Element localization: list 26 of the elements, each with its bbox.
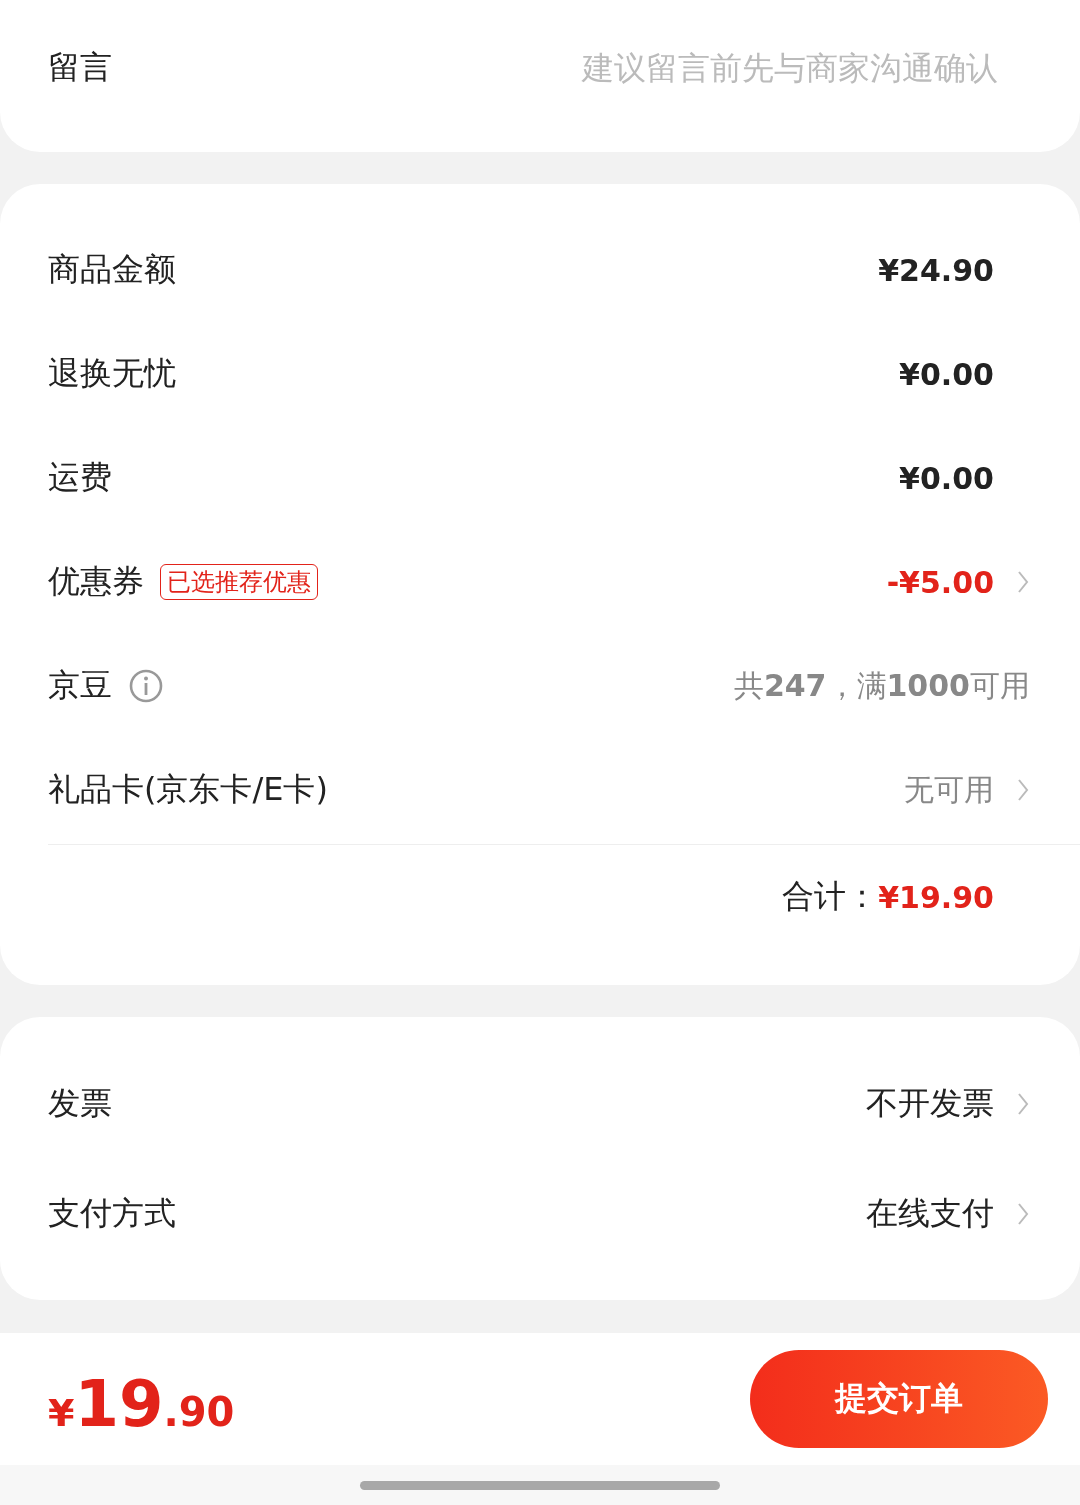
total-value: ¥19.90 xyxy=(878,879,994,915)
row-label: 退换无忧 xyxy=(48,353,176,394)
total-label: 合计： xyxy=(782,876,879,917)
row-value: ¥0.00 xyxy=(899,356,994,392)
option-value[interactable]: 不开发票 xyxy=(866,1082,994,1126)
row-value: 无可用 xyxy=(904,770,994,809)
price-integer: 19 xyxy=(74,1367,164,1441)
row-value: -¥5.00 xyxy=(886,564,994,600)
row-value: ¥24.90 xyxy=(878,252,994,288)
row-label: 运费 xyxy=(48,457,112,498)
row-label: 优惠券 xyxy=(48,561,144,602)
info-icon[interactable] xyxy=(128,668,164,704)
coupon-tag: 已选推荐优惠 xyxy=(160,564,318,600)
message-label: 留言 xyxy=(48,47,112,88)
row-label: 商品金额 xyxy=(48,249,176,290)
row-value: ¥0.00 xyxy=(899,460,994,496)
row-value: 共247，满1000可用 xyxy=(733,666,1030,705)
price-decimal: .90 xyxy=(163,1389,235,1435)
option-value[interactable]: 在线支付 xyxy=(866,1192,994,1236)
option-label: 发票 xyxy=(48,1083,112,1124)
submit-button[interactable]: 提交订单 xyxy=(750,1350,1048,1448)
price-currency: ¥ xyxy=(48,1391,75,1435)
option-label: 支付方式 xyxy=(48,1193,176,1234)
row-label: 京豆 xyxy=(48,665,112,706)
message-field[interactable]: 建议留言前先与商家沟通确认 xyxy=(476,48,1000,88)
row-label: 礼品卡(京东卡/E卡) xyxy=(48,769,328,810)
